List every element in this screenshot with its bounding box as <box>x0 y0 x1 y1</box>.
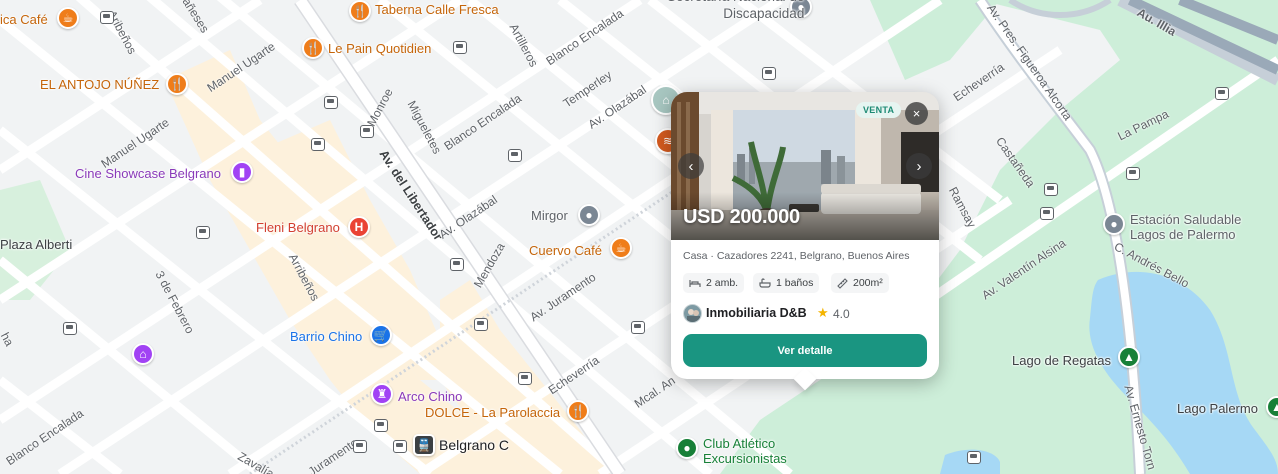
view-details-button[interactable]: Ver detalle <box>683 334 927 367</box>
sale-badge: VENTA <box>856 102 902 118</box>
baths-value: 1 baños <box>776 277 814 289</box>
bus-stop-icon[interactable] <box>508 149 522 162</box>
poi-label[interactable]: Lago de Regatas <box>1012 353 1111 368</box>
restaurant-icon[interactable]: 🍴 <box>567 400 589 422</box>
poi-label[interactable]: Lago Palermo <box>1177 401 1258 416</box>
price-label: USD 200.000 <box>683 206 800 228</box>
bus-stop-icon[interactable] <box>360 125 374 138</box>
train-station-icon[interactable]: 🚆 <box>413 434 435 456</box>
museum-icon[interactable]: ⌂ <box>132 343 154 365</box>
bus-stop-icon[interactable] <box>374 419 388 432</box>
poi-label[interactable]: EL ANTOJO NÚÑEZ <box>40 77 159 92</box>
park-icon[interactable]: ● <box>676 437 698 459</box>
cinema-icon[interactable]: ▮ <box>231 161 253 183</box>
rooms-chip: 2 amb. <box>683 273 745 293</box>
rooms-value: 2 amb. <box>706 277 739 289</box>
bus-stop-icon[interactable] <box>967 451 981 464</box>
ruler-icon <box>837 277 848 289</box>
property-card[interactable]: ‹ › VENTA × USD 200.000 Casa · Cazadores… <box>671 92 939 379</box>
agency-avatar <box>683 304 702 323</box>
poi-label[interactable]: Mirgor <box>531 208 568 223</box>
bus-stop-icon[interactable] <box>450 258 464 271</box>
poi-label[interactable]: Cine Showcase Belgrano <box>75 166 221 181</box>
agency-rating: 4.0 <box>833 307 850 321</box>
poi-label[interactable]: Taberna Calle Fresca <box>375 2 499 17</box>
bus-stop-icon[interactable] <box>196 226 210 239</box>
bus-stop-icon[interactable] <box>518 372 532 385</box>
bus-stop-icon[interactable] <box>311 138 325 151</box>
poi-label[interactable]: Secretaría Nacional de Discapacidad <box>667 0 804 22</box>
bus-stop-icon[interactable] <box>100 11 114 24</box>
bus-stop-icon[interactable] <box>474 318 488 331</box>
landmark-icon[interactable]: ♜ <box>371 383 393 405</box>
bus-stop-icon[interactable] <box>393 440 407 453</box>
poi-label[interactable]: DOLCE - La Parolaccia <box>425 405 560 420</box>
bus-stop-icon[interactable] <box>1044 183 1058 196</box>
bus-stop-icon[interactable] <box>453 41 467 54</box>
bus-stop-icon[interactable] <box>353 440 367 453</box>
poi-label[interactable]: Fleni Belgrano <box>256 220 340 235</box>
bus-stop-icon[interactable] <box>324 96 338 109</box>
baths-chip: 1 baños <box>753 273 820 293</box>
restaurant-icon[interactable]: 🍴 <box>166 73 188 95</box>
tree-icon[interactable]: ▲ <box>1118 346 1140 368</box>
area-value: 200m² <box>853 277 883 289</box>
restaurant-icon[interactable]: 🍴 <box>302 37 324 59</box>
place-icon[interactable]: ● <box>1103 213 1125 235</box>
cafe-icon[interactable]: ☕ <box>57 7 79 29</box>
bus-stop-icon[interactable] <box>63 322 77 335</box>
bath-icon <box>759 278 771 288</box>
bus-stop-icon[interactable] <box>1040 207 1054 220</box>
next-photo-button[interactable]: › <box>906 153 932 179</box>
bed-icon <box>689 280 701 287</box>
previous-photo-button[interactable]: ‹ <box>678 153 704 179</box>
bus-stop-icon[interactable] <box>631 321 645 334</box>
poi-label[interactable]: Club Atlético Excursionistas <box>703 436 787 466</box>
cafe-icon[interactable]: ☕ <box>610 237 632 259</box>
bus-stop-icon[interactable] <box>1126 167 1140 180</box>
shopping-icon[interactable]: 🛒 <box>370 324 392 346</box>
poi-label[interactable]: Barrio Chino <box>290 329 362 344</box>
bus-stop-icon[interactable] <box>762 67 776 80</box>
property-address: Casa · Cazadores 2241, Belgrano, Buenos … <box>683 250 910 262</box>
restaurant-icon[interactable]: 🍴 <box>349 0 371 22</box>
poi-label[interactable]: Cuervo Café <box>529 243 602 258</box>
poi-label[interactable]: Belgrano C <box>439 438 509 453</box>
place-icon[interactable]: ● <box>578 204 600 226</box>
poi-label[interactable]: ica Café <box>0 12 48 27</box>
property-photo[interactable]: ‹ › VENTA × USD 200.000 <box>671 92 939 240</box>
poi-label[interactable]: Plaza Alberti <box>0 237 72 252</box>
close-button[interactable]: × <box>905 102 928 125</box>
poi-label[interactable]: Le Pain Quotidien <box>328 41 431 56</box>
hospital-icon[interactable]: H <box>348 216 370 238</box>
star-icon: ★ <box>817 305 829 320</box>
area-chip: 200m² <box>831 273 889 293</box>
poi-label[interactable]: Arco Chino <box>398 389 462 404</box>
agency-name[interactable]: Inmobiliaria D&B <box>706 306 807 320</box>
bus-stop-icon[interactable] <box>1215 87 1229 100</box>
poi-label[interactable]: Estación Saludable Lagos de Palermo <box>1130 212 1241 242</box>
